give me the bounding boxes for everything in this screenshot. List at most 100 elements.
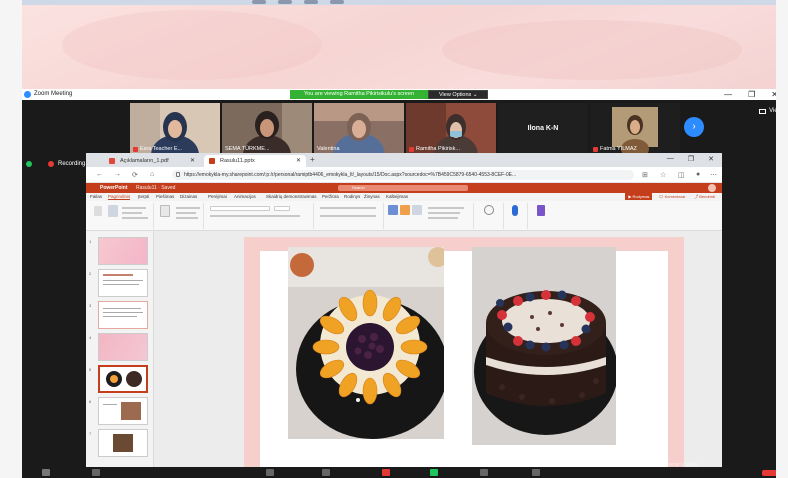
- font-size-select[interactable]: [274, 206, 290, 211]
- video-icon[interactable]: [92, 469, 100, 476]
- star-icon[interactable]: ☆: [660, 171, 666, 179]
- shape-fill-item[interactable]: [428, 207, 464, 209]
- slide-thumbnail[interactable]: [98, 301, 148, 329]
- comments-button[interactable]: 🗨 Komentarai: [655, 193, 688, 200]
- next-page-icon[interactable]: ›: [684, 117, 704, 137]
- list-buttons[interactable]: [320, 207, 376, 209]
- copy-item[interactable]: [122, 212, 142, 214]
- cut-item[interactable]: [122, 207, 146, 209]
- section-item[interactable]: [176, 217, 198, 219]
- menu-item[interactable]: Skaidrių demonstravimas: [266, 194, 317, 199]
- collections-icon[interactable]: ◫: [678, 171, 685, 179]
- browser-tab[interactable]: Açıklamaların_1.pdf ✕: [104, 155, 200, 167]
- cake-photo-berries[interactable]: [472, 247, 616, 445]
- participant-tile[interactable]: Ramitha Pikirisk...: [406, 103, 496, 153]
- pdf-icon: [109, 158, 115, 164]
- slide-thumbnail-selected[interactable]: [98, 365, 148, 393]
- menu-item[interactable]: Rodinys: [344, 194, 360, 199]
- close-tab-icon[interactable]: ✕: [190, 155, 195, 167]
- maximize-button[interactable]: ❐: [748, 89, 755, 100]
- reload-icon[interactable]: ⟳: [132, 171, 138, 179]
- slide-thumbnail[interactable]: [98, 269, 148, 297]
- participant-tile[interactable]: Ilona K-N: [498, 103, 588, 153]
- dictate-icon[interactable]: [512, 205, 518, 216]
- avatar[interactable]: [708, 184, 716, 192]
- shared-browser-window: Açıklamaların_1.pdf ✕ Rasulu11.pptx ✕ + — …: [86, 153, 722, 471]
- share-button[interactable]: ⤴ Bendrinti: [691, 193, 718, 200]
- reset-item[interactable]: [176, 212, 196, 214]
- participant-name: Fatma YILMAZ: [593, 146, 637, 152]
- search-box[interactable]: Search: [338, 185, 468, 191]
- participant-tile[interactable]: SEMA TÜRKME...: [222, 103, 312, 153]
- quick-styles-icon[interactable]: [412, 205, 422, 215]
- layout-item[interactable]: [176, 207, 200, 209]
- zoom-toolbar: [22, 467, 788, 478]
- slide-thumbnail[interactable]: [98, 397, 148, 425]
- shape-outline-item[interactable]: [428, 212, 460, 214]
- translate-icon[interactable]: ⊞: [642, 171, 648, 179]
- windows-activation-watermark: Windows'u Etkinleştir Windows'u etkinleş…: [590, 452, 699, 468]
- participant-name: SEMA TÜRKME...: [225, 146, 270, 152]
- chat-icon[interactable]: [382, 469, 390, 476]
- find-icon[interactable]: [484, 205, 494, 215]
- slide-thumbnail[interactable]: [98, 429, 148, 457]
- menu-item[interactable]: Įterpti: [138, 194, 149, 199]
- minimize-button[interactable]: —: [667, 155, 674, 163]
- participant-tile[interactable]: Valentina: [314, 103, 404, 153]
- new-slide-icon[interactable]: [160, 205, 170, 217]
- recording-indicator: Recording...: [26, 161, 90, 167]
- arrange-icon[interactable]: [400, 205, 410, 215]
- url-field[interactable]: https://emokykla-my.sharepoint.com/:p:/r…: [172, 170, 634, 180]
- menu-item[interactable]: Perėjimai: [208, 194, 227, 199]
- font-format-buttons[interactable]: [210, 215, 300, 217]
- menu-icon[interactable]: ⋯: [710, 171, 717, 179]
- mute-icon[interactable]: [42, 469, 50, 476]
- profile-icon[interactable]: ●: [696, 171, 700, 178]
- paste-icon[interactable]: [108, 205, 118, 217]
- close-tab-icon[interactable]: ✕: [296, 155, 301, 167]
- maximize-button[interactable]: ❐: [688, 155, 694, 163]
- menu-item[interactable]: Žinynas: [364, 194, 380, 199]
- menu-item[interactable]: Animacijos: [234, 194, 256, 199]
- participant-name: Esra Teacher E...: [133, 146, 182, 152]
- menu-item[interactable]: Failas: [90, 194, 102, 199]
- undo-icon[interactable]: [94, 206, 102, 216]
- font-select[interactable]: [210, 206, 270, 211]
- slide-thumbnail[interactable]: [98, 237, 148, 265]
- new-tab-icon[interactable]: +: [310, 155, 315, 164]
- back-icon[interactable]: ←: [96, 171, 103, 178]
- photo-of-screen: Zoom Meeting You are viewing Ramitha Pik…: [0, 0, 788, 478]
- designer-icon[interactable]: [537, 205, 545, 216]
- browser-tab-active[interactable]: Rasulu11.pptx ✕: [204, 155, 306, 167]
- view-options-button[interactable]: View Options ⌄: [427, 90, 489, 99]
- menu-item-selected[interactable]: Pagrindinis: [108, 194, 131, 200]
- cake-photo-peach[interactable]: [288, 247, 444, 439]
- participants-icon[interactable]: [322, 469, 330, 476]
- current-slide[interactable]: [244, 237, 684, 471]
- duplicate-item[interactable]: [428, 217, 458, 219]
- right-margin: [776, 0, 788, 478]
- menu-item[interactable]: Kalbėjimas: [386, 194, 408, 199]
- menu-item[interactable]: Piešimas: [156, 194, 174, 199]
- participant-tile[interactable]: Esra Teacher E...: [130, 103, 220, 153]
- slide-thumbnail[interactable]: [98, 333, 148, 361]
- home-icon[interactable]: ⌂: [150, 171, 154, 178]
- share-screen-icon[interactable]: [430, 469, 438, 476]
- viewing-text: You are viewing Ramitha Pikirisikulu's s…: [290, 90, 428, 99]
- close-button[interactable]: ✕: [708, 155, 714, 163]
- participant-tile[interactable]: Fatma YILMAZ: [590, 103, 680, 153]
- present-button[interactable]: ▶ Rodymas: [625, 193, 653, 200]
- security-icon[interactable]: [266, 469, 274, 476]
- menu-item[interactable]: Dizainas: [180, 194, 197, 199]
- reactions-icon[interactable]: [532, 469, 540, 476]
- file-name[interactable]: Rasulu11 · Saved: [136, 183, 175, 193]
- minimize-button[interactable]: —: [724, 89, 732, 100]
- align-buttons[interactable]: [320, 215, 376, 217]
- record-icon[interactable]: [480, 469, 488, 476]
- menu-item[interactable]: Peržiūra: [322, 194, 339, 199]
- ribbon-tabs: Failas Pagrindinis Įterpti Piešimas Diza…: [86, 193, 722, 201]
- forward-icon[interactable]: →: [114, 171, 121, 178]
- format-painter-item[interactable]: [122, 217, 148, 219]
- slide-number: 3: [89, 303, 92, 308]
- shapes-icon[interactable]: [388, 205, 398, 215]
